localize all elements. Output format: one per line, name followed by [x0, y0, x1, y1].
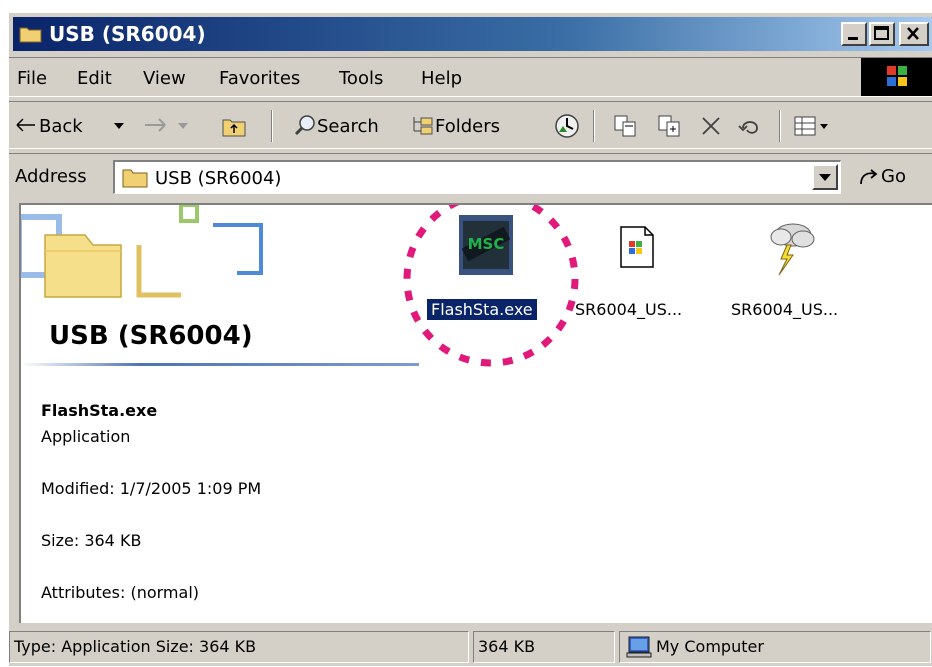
- selected-file-name: FlashSta.exe: [41, 401, 158, 420]
- selected-file-attributes: Attributes: (normal): [41, 583, 200, 602]
- delete-icon[interactable]: [699, 114, 723, 138]
- back-arrow-icon: [16, 118, 35, 132]
- folder-icon: [122, 169, 148, 188]
- forward-arrow-icon: [145, 118, 166, 132]
- back-button[interactable]: Back: [9, 102, 139, 148]
- address-field[interactable]: USB (SR6004): [113, 160, 841, 194]
- window-title: USB (SR6004): [49, 22, 206, 46]
- explorer-window: USB (SR6004) File Edit View Favorites To…: [8, 12, 932, 666]
- menu-bar: File Edit View Favorites Tools Help: [9, 57, 932, 97]
- standard-toolbar: Back Search Folders: [9, 101, 932, 149]
- title-divider: [21, 363, 419, 366]
- folder-icon: [19, 27, 42, 43]
- menu-tools[interactable]: Tools: [339, 68, 383, 89]
- toolbar-separator: [271, 110, 273, 142]
- status-type-info: Type: Application Size: 364 KB: [9, 631, 469, 663]
- folders-tree-icon: [413, 117, 433, 135]
- search-button[interactable]: Search: [289, 102, 399, 148]
- maximize-button[interactable]: [869, 22, 895, 46]
- toolbar-separator: [779, 110, 781, 142]
- selected-file-type: Application: [41, 427, 131, 446]
- menu-file[interactable]: File: [17, 68, 47, 89]
- menu-view[interactable]: View: [143, 68, 186, 89]
- selected-file-size: Size: 364 KB: [41, 531, 142, 550]
- address-label: Address: [15, 166, 87, 187]
- go-label: Go: [881, 166, 906, 187]
- close-icon: [907, 27, 919, 40]
- status-zone-label: My Computer: [656, 637, 764, 656]
- status-zone: My Computer: [619, 631, 931, 663]
- dropdown-arrow-icon: [178, 123, 188, 129]
- status-size: 364 KB: [473, 631, 615, 663]
- title-bar[interactable]: USB (SR6004): [13, 17, 932, 51]
- windows-flag-icon: [887, 66, 907, 86]
- go-arrow-icon: [860, 169, 878, 185]
- address-dropdown-button[interactable]: [812, 164, 838, 190]
- copy-to-icon[interactable]: [657, 114, 683, 138]
- selected-file-modified: Modified: 1/7/2005 1:09 PM: [41, 479, 262, 498]
- menu-edit[interactable]: Edit: [77, 68, 112, 89]
- search-icon: [294, 115, 315, 136]
- views-icon[interactable]: [793, 114, 833, 138]
- status-bar: Type: Application Size: 364 KB 364 KB My…: [9, 627, 932, 667]
- folder-banner-graphic: [21, 205, 263, 298]
- menu-favorites[interactable]: Favorites: [219, 68, 300, 89]
- toolbar-separator: [593, 110, 595, 142]
- folder-title: USB (SR6004): [49, 321, 253, 351]
- close-button[interactable]: [899, 22, 929, 46]
- forward-button[interactable]: [137, 102, 209, 148]
- storm-cloud-icon: [770, 223, 815, 276]
- dropdown-arrow-icon: [114, 123, 124, 129]
- folders-label: Folders: [435, 116, 501, 137]
- minimize-button[interactable]: [841, 22, 867, 46]
- my-computer-icon: [626, 636, 652, 658]
- maximize-icon: [874, 26, 889, 40]
- address-value: USB (SR6004): [155, 168, 282, 189]
- chevron-down-icon: [819, 174, 831, 181]
- address-bar: Address USB (SR6004) Go: [9, 153, 932, 199]
- windows-logo: [861, 58, 932, 96]
- highlight-circle-annotation: [403, 205, 579, 367]
- go-button[interactable]: Go: [853, 158, 931, 196]
- menu-help[interactable]: Help: [421, 68, 462, 89]
- file-label: SR6004_US...: [731, 300, 839, 319]
- setup-document-icon: [620, 226, 654, 268]
- minimize-icon: [848, 37, 858, 40]
- back-label: Back: [39, 116, 83, 137]
- search-label: Search: [317, 116, 379, 137]
- folders-button[interactable]: Folders: [407, 102, 537, 148]
- file-item-sr6004-update[interactable]: SR6004_US...: [717, 211, 867, 321]
- undo-icon[interactable]: [737, 114, 763, 138]
- up-folder-icon[interactable]: [221, 114, 247, 138]
- history-icon[interactable]: [553, 112, 581, 140]
- move-to-icon[interactable]: [613, 114, 639, 138]
- folder-view[interactable]: USB (SR6004) FlashSta.exe Application Mo…: [19, 203, 932, 623]
